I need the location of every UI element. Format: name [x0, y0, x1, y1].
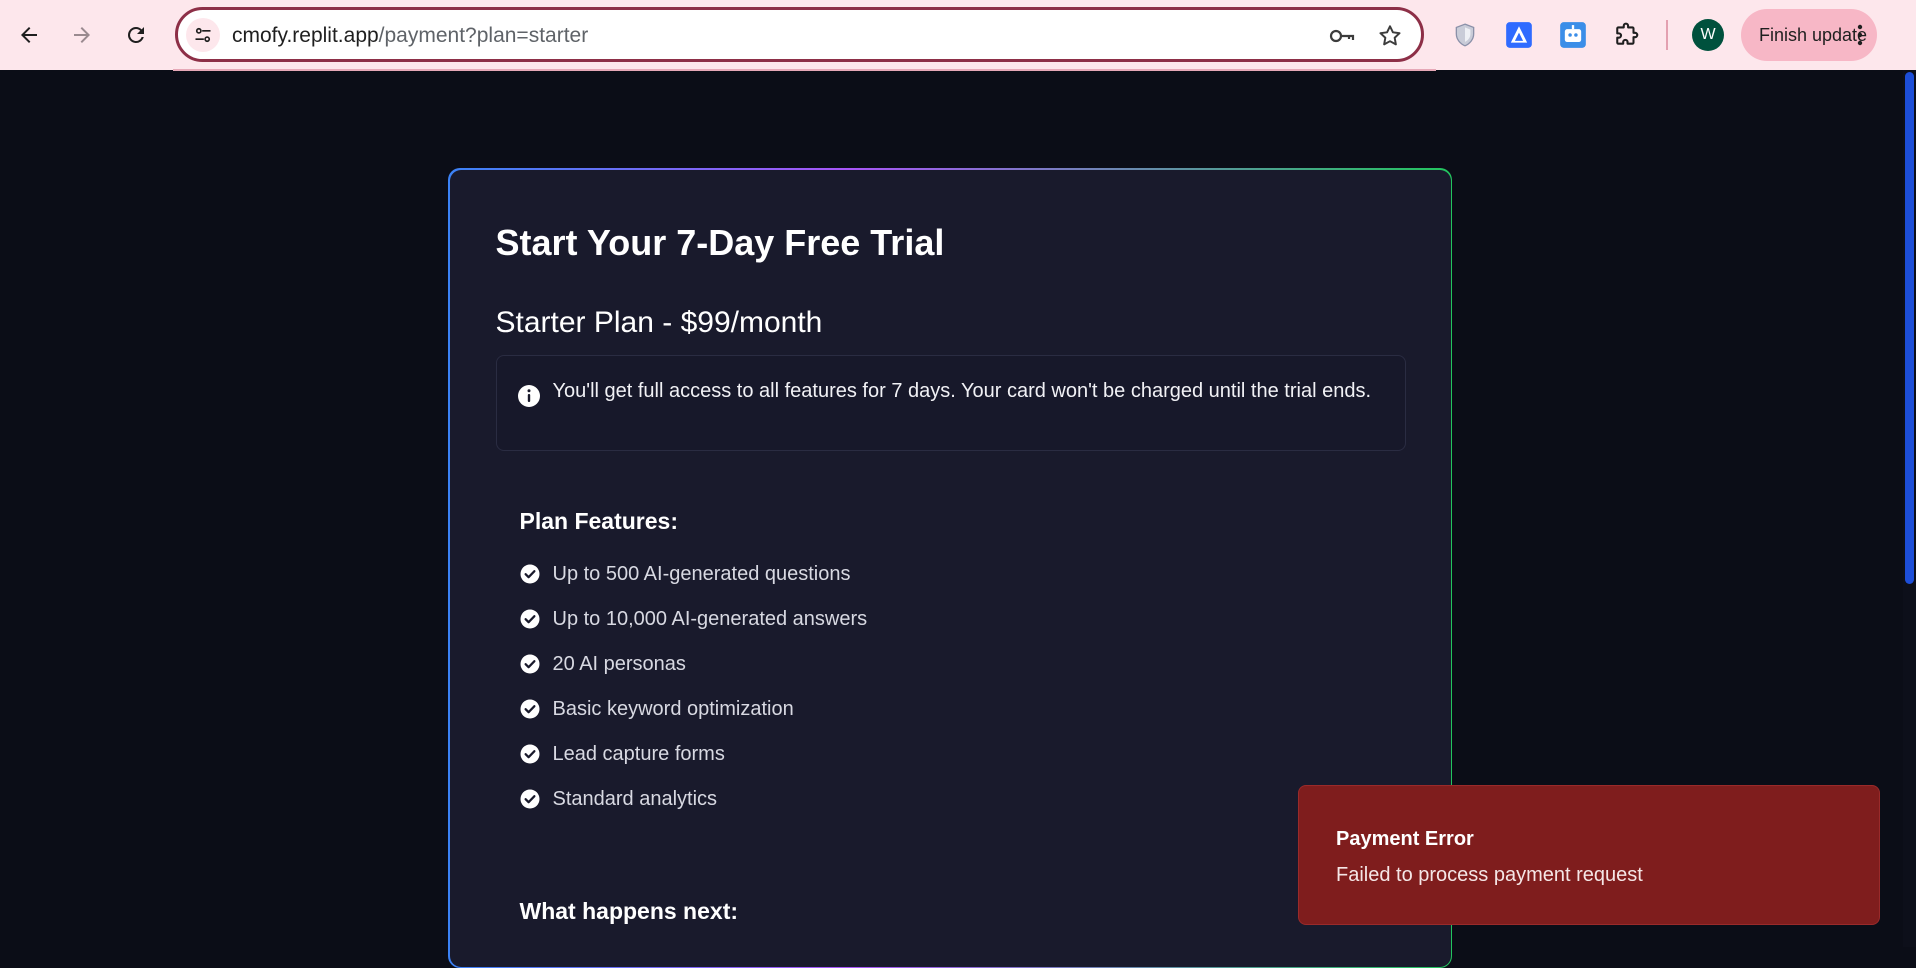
triangle-extension-icon: [1506, 22, 1532, 48]
finish-update-label: Finish update: [1759, 24, 1868, 45]
scrollbar-thumb[interactable]: [1905, 72, 1914, 584]
feature-text: Up to 500 AI-generated questions: [552, 562, 851, 585]
triangle-extension-button[interactable]: [1502, 18, 1536, 52]
feature-text: Up to 10,000 AI-generated answers: [552, 607, 868, 630]
browser-toolbar: cmofy.replit.app/payment?plan=starter W …: [0, 0, 1916, 70]
bot-extension-button[interactable]: [1556, 18, 1590, 52]
feature-item: 20 AI personas: [520, 642, 868, 687]
feature-text: Lead capture forms: [552, 742, 725, 765]
bot-extension-icon: [1560, 22, 1586, 48]
site-settings-icon: [195, 27, 211, 43]
url-host: cmofy.replit.app: [232, 24, 379, 47]
feature-item: Up to 500 AI-generated questions: [520, 552, 868, 597]
plan-title: Starter Plan - $99/month: [495, 305, 823, 339]
error-toast[interactable]: Payment Error Failed to process payment …: [1298, 785, 1880, 925]
url-path: /payment?plan=starter: [378, 24, 589, 47]
reload-button[interactable]: [116, 15, 156, 55]
trial-info-alert: You'll get full access to all features f…: [495, 354, 1406, 451]
info-icon: [517, 384, 540, 407]
check-circle-icon: [520, 789, 539, 809]
toolbar-divider: [1666, 20, 1668, 50]
feature-text: Basic keyword optimization: [552, 697, 794, 720]
check-circle-icon: [520, 654, 539, 674]
toast-message: Failed to process payment request: [1336, 864, 1643, 886]
back-arrow-icon: [21, 27, 37, 43]
more-vert-icon: [1857, 24, 1863, 46]
site-settings-button[interactable]: [186, 18, 220, 52]
page-title: Start Your 7-Day Free Trial: [495, 221, 945, 263]
trial-info-text: You'll get full access to all features f…: [552, 379, 1372, 402]
features-heading: Plan Features:: [519, 507, 679, 534]
check-circle-icon: [520, 699, 539, 719]
bookmark-button[interactable]: [1376, 22, 1404, 50]
check-circle-icon: [520, 609, 539, 629]
puzzle-extensions-icon: [1616, 22, 1639, 45]
star-icon: [1379, 25, 1401, 46]
forward-arrow-icon: [74, 27, 90, 43]
reload-icon: [128, 26, 144, 43]
check-circle-icon: [520, 744, 539, 764]
password-key-button[interactable]: [1328, 22, 1356, 50]
feature-item: Lead capture forms: [520, 732, 868, 777]
feature-item: Standard analytics: [520, 777, 868, 822]
profile-avatar[interactable]: W: [1692, 19, 1724, 51]
feature-text: Standard analytics: [552, 787, 718, 810]
shield-extension-icon: [1455, 23, 1475, 47]
url-text[interactable]: cmofy.replit.app/payment?plan=starter: [232, 24, 588, 48]
finish-update-button[interactable]: Finish update: [1741, 9, 1877, 61]
forward-button[interactable]: [62, 15, 102, 55]
feature-text: 20 AI personas: [552, 652, 686, 675]
features-list: Up to 500 AI-generated questions Up to 1…: [520, 552, 868, 822]
address-bar[interactable]: cmofy.replit.app/payment?plan=starter: [175, 7, 1424, 62]
back-button[interactable]: [9, 15, 49, 55]
feature-item: Up to 10,000 AI-generated answers: [520, 597, 868, 642]
extensions-button[interactable]: [1610, 18, 1644, 52]
feature-item: Basic keyword optimization: [520, 687, 868, 732]
next-steps-heading: What happens next:: [519, 897, 739, 924]
shield-extension-button[interactable]: [1448, 18, 1482, 52]
toast-title: Payment Error: [1336, 828, 1474, 850]
key-icon: [1329, 29, 1355, 43]
page-load-indicator: [173, 69, 1436, 71]
check-circle-icon: [520, 564, 539, 584]
